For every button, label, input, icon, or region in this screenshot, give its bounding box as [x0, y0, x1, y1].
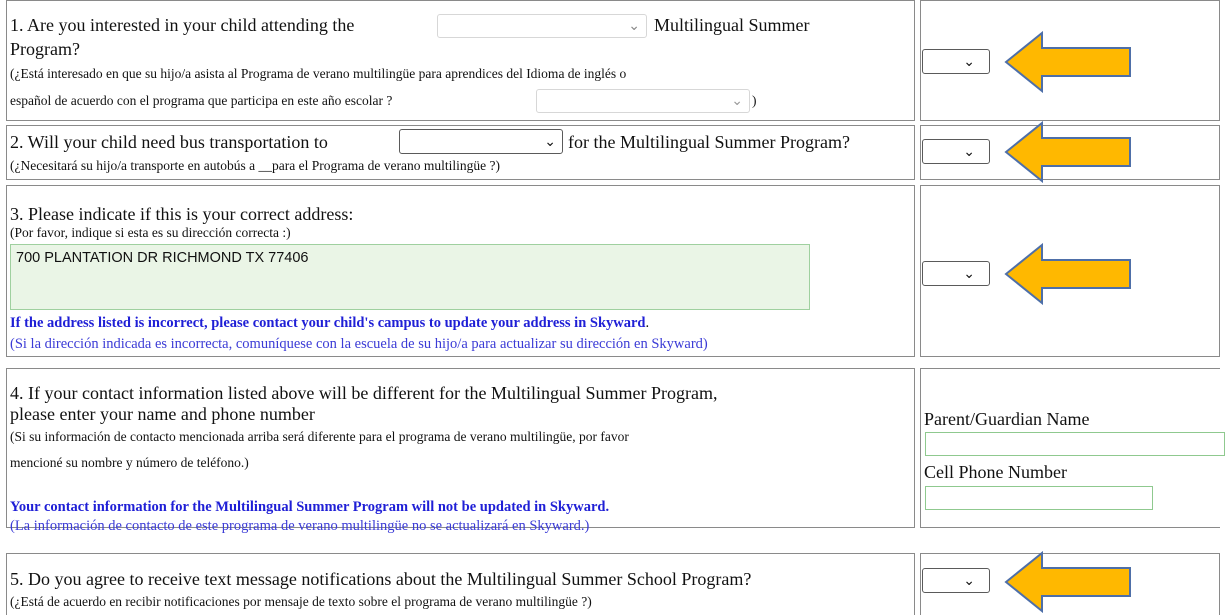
chevron-down-icon: ⌄ [963, 265, 975, 282]
q3-note-en: If the address listed is incorrect, plea… [10, 315, 646, 331]
q1-question-line2: Program? [10, 39, 80, 59]
chevron-down-icon: ⌄ [544, 133, 556, 150]
q4-spanish-line2: mencioné su nombre y número de teléfono.… [10, 455, 249, 470]
q1-answer-select[interactable]: ⌄ [922, 49, 990, 74]
q1-spanish-close: ) [752, 93, 757, 108]
q4-phone-label: Cell Phone Number [924, 462, 1067, 482]
q3-answer-select[interactable]: ⌄ [922, 261, 990, 286]
q1-spanish-line1: (¿Está interesado en que su hijo/a asist… [10, 66, 627, 81]
q2-question-suffix: for the Multilingual Summer Program? [568, 132, 850, 152]
q1-spanish-program-select[interactable]: ⌄ [536, 89, 750, 113]
q4-question-line2: please enter your name and phone number [10, 404, 315, 424]
q4-phone-input[interactable] [925, 486, 1153, 510]
q4-parent-label: Parent/Guardian Name [924, 409, 1090, 429]
chevron-down-icon: ⌄ [963, 53, 975, 70]
q2-question-prefix: 2. Will your child need bus transportati… [10, 132, 328, 152]
q5-answer-select[interactable]: ⌄ [922, 568, 990, 593]
chevron-down-icon: ⌄ [628, 18, 640, 34]
q5-spanish: (¿Está de acuerdo en recibir notificacio… [10, 594, 592, 609]
arrow-left-icon [1004, 31, 1131, 93]
q2-destination-select[interactable]: ⌄ [399, 129, 563, 154]
q2-answer-select[interactable]: ⌄ [922, 139, 990, 164]
q3-note-en-line: If the address listed is incorrect, plea… [10, 314, 649, 332]
arrow-left-icon [1004, 121, 1131, 183]
q1-question-suffix: Multilingual Summer [654, 15, 810, 35]
q3-spanish: (Por favor, indique si esta es su direcc… [10, 225, 291, 240]
q4-question-line1: 4. If your contact information listed ab… [10, 383, 718, 403]
q3-note-es: (Si la dirección indicada es incorrecta,… [10, 336, 708, 352]
chevron-down-icon: ⌄ [731, 93, 743, 109]
q3-question: 3. Please indicate if this is your corre… [10, 204, 354, 224]
q5-question: 5. Do you agree to receive text message … [10, 569, 752, 589]
q1-program-select[interactable]: ⌄ [437, 14, 647, 38]
q4-spanish-line1: (Si su información de contacto mencionad… [10, 429, 629, 444]
q1-question-prefix: 1. Are you interested in your child atte… [10, 15, 355, 35]
q4-parent-name-input[interactable] [925, 432, 1225, 456]
chevron-down-icon: ⌄ [963, 143, 975, 160]
q3-note-en-end: . [645, 315, 650, 331]
q4-note-es: (La información de contacto de este prog… [10, 518, 590, 534]
arrow-left-icon [1004, 551, 1131, 613]
q2-spanish: (¿Necesitará su hijo/a transporte en aut… [10, 158, 500, 173]
q1-spanish-line2: español de acuerdo con el programa que p… [10, 93, 393, 108]
q4-note-en: Your contact information for the Multili… [10, 499, 610, 515]
chevron-down-icon: ⌄ [963, 572, 975, 589]
q3-address-textarea[interactable]: 700 PLANTATION DR RICHMOND TX 77406 [10, 244, 810, 310]
q3-address-value: 700 PLANTATION DR RICHMOND TX 77406 [16, 250, 309, 266]
arrow-left-icon [1004, 243, 1131, 305]
